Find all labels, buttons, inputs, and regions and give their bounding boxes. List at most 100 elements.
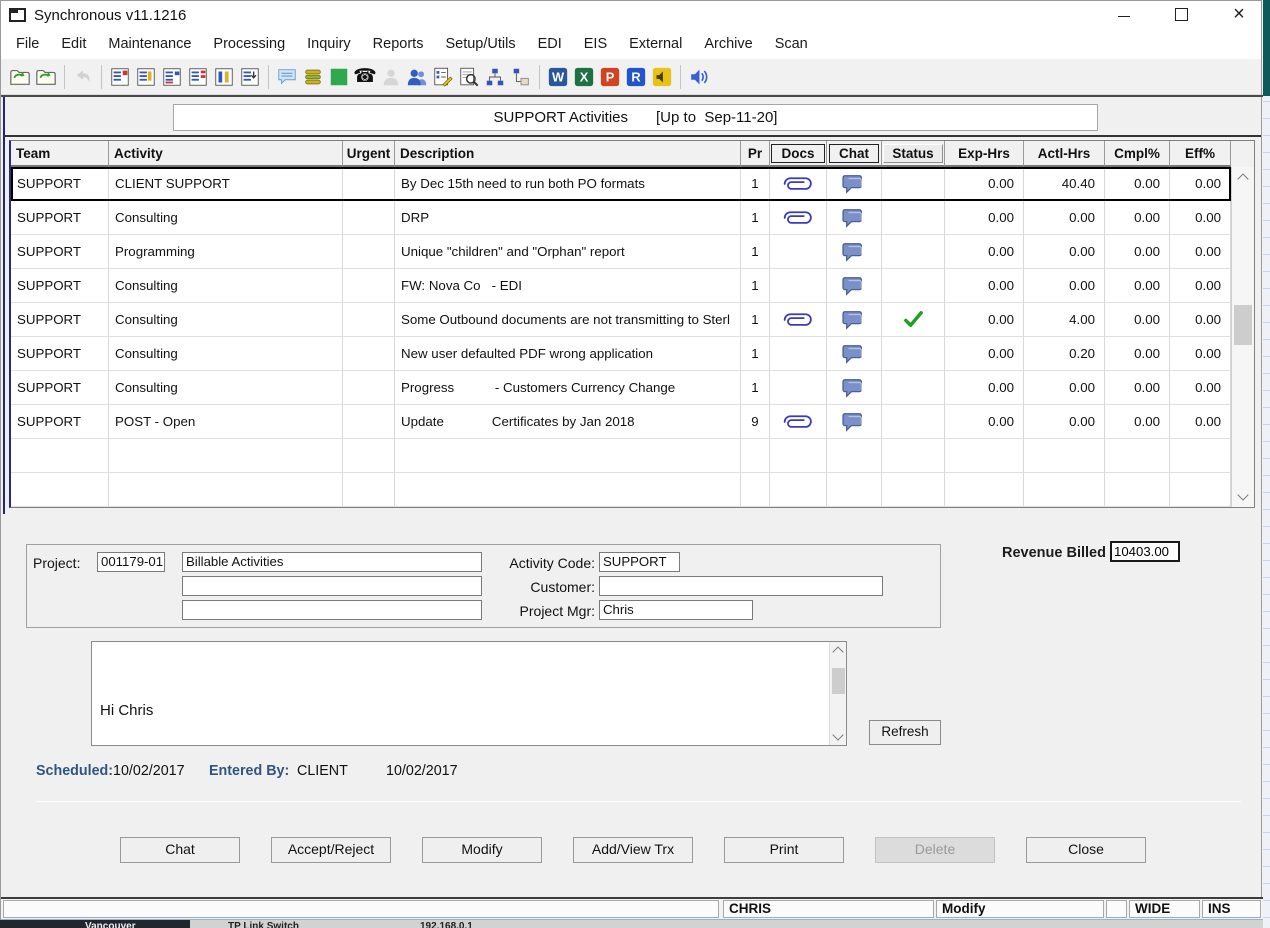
menu-item-eis[interactable]: EIS (573, 36, 618, 52)
task-edit-icon[interactable] (430, 64, 456, 90)
menu-item-reports[interactable]: Reports (362, 36, 435, 52)
user-icon[interactable] (378, 64, 404, 90)
column-header-activity[interactable]: Activity (109, 141, 343, 167)
column-header-docs[interactable]: Docs (770, 141, 827, 167)
table-row[interactable]: SUPPORTConsultingSome Outbound documents… (11, 303, 1231, 337)
status-check-icon[interactable] (902, 308, 925, 331)
project-mgr-field[interactable]: Chris (599, 600, 753, 620)
org-chart-icon[interactable] (482, 64, 508, 90)
print-button[interactable]: Print (724, 837, 844, 863)
message-box[interactable]: Hi Chris We have received notification f… (91, 641, 847, 746)
column-header-description[interactable]: Description (395, 141, 741, 167)
menu-item-processing[interactable]: Processing (202, 36, 296, 52)
column-header-status[interactable]: Status (882, 141, 945, 167)
excel-icon[interactable]: X (571, 64, 597, 90)
project-line2-field[interactable] (182, 576, 482, 596)
open-report-icon[interactable] (33, 64, 59, 90)
menu-item-external[interactable]: External (618, 36, 693, 52)
status-green-icon[interactable] (326, 64, 352, 90)
table-row[interactable]: SUPPORTConsultingFW: Nova Co - EDI10.000… (11, 269, 1231, 303)
status-user: CHRIS (723, 900, 934, 918)
docs-paperclip-icon[interactable] (780, 312, 816, 328)
chat-bubble-icon[interactable] (842, 275, 866, 297)
table-row[interactable]: SUPPORTConsultingProgress - Customers Cu… (11, 371, 1231, 405)
close-button[interactable]: × (1222, 4, 1256, 26)
chat-bubble-icon[interactable] (842, 377, 866, 399)
open-output-icon[interactable] (7, 64, 33, 90)
column-header-pr[interactable]: Pr (741, 141, 770, 167)
table-row[interactable] (11, 439, 1231, 473)
table-row[interactable]: SUPPORTConsultingDRP10.000.000.000.00 (11, 201, 1231, 235)
chat-bubble-icon[interactable] (842, 207, 866, 229)
docs-paperclip-icon[interactable] (780, 176, 816, 192)
comment-bubble-icon[interactable] (274, 64, 300, 90)
add-view-trx-button[interactable]: Add/View Trx (573, 837, 693, 863)
detail-list-icon[interactable] (237, 64, 263, 90)
table-row[interactable]: SUPPORTPOST - OpenUpdate Certificates by… (11, 405, 1231, 439)
message-scrollbar[interactable] (829, 642, 846, 745)
table-row[interactable]: SUPPORTCLIENT SUPPORTBy Dec 15th need to… (11, 167, 1231, 201)
scrollbar-thumb[interactable] (832, 668, 845, 694)
column-header-team[interactable]: Team (11, 141, 109, 167)
users-icon[interactable] (404, 64, 430, 90)
undo-icon[interactable] (70, 64, 96, 90)
column-header-exp-hrs[interactable]: Exp-Hrs (945, 141, 1024, 167)
menu-item-inquiry[interactable]: Inquiry (296, 36, 362, 52)
r-icon[interactable]: R (623, 64, 649, 90)
scroll-down-icon[interactable] (1237, 489, 1248, 500)
menu-item-archive[interactable]: Archive (693, 36, 763, 52)
menu-item-edit[interactable]: Edit (50, 36, 97, 52)
customer-field[interactable] (599, 576, 883, 596)
refresh-button[interactable]: Refresh (869, 720, 941, 745)
docs-paperclip-icon[interactable] (780, 414, 816, 430)
docs-paperclip-icon[interactable] (780, 210, 816, 226)
project-name-field[interactable]: Billable Activities (182, 552, 482, 572)
column-header-cmpl[interactable]: Cmpl% (1105, 141, 1170, 167)
column-header-chat[interactable]: Chat (827, 141, 882, 167)
table-row[interactable]: SUPPORTProgrammingUnique "children" and … (11, 235, 1231, 269)
phone-icon[interactable]: ☎ (352, 64, 378, 90)
project-line3-field[interactable] (182, 600, 482, 620)
column-header-actl-hrs[interactable]: Actl-Hrs (1024, 141, 1105, 167)
scroll-up-icon[interactable] (1237, 173, 1248, 184)
scroll-down-icon[interactable] (832, 729, 843, 740)
modify-button[interactable]: Modify (422, 837, 542, 863)
powerpoint-icon[interactable]: P (597, 64, 623, 90)
scroll-up-icon[interactable] (832, 646, 843, 657)
activity-code-field[interactable]: SUPPORT (599, 552, 680, 572)
word-icon[interactable]: W (545, 64, 571, 90)
form-view-icon[interactable] (107, 64, 133, 90)
revenue-billed-field[interactable]: 10403.00 (1110, 541, 1180, 562)
project-code-field[interactable]: 001179-01 (97, 552, 165, 572)
chat-bubble-icon[interactable] (842, 343, 866, 365)
menu-item-edi[interactable]: EDI (527, 36, 573, 52)
menu-item-file[interactable]: File (5, 36, 50, 52)
filter-list-icon[interactable] (185, 64, 211, 90)
accept-reject-button[interactable]: Accept/Reject (271, 837, 391, 863)
menu-item-scan[interactable]: Scan (764, 36, 819, 52)
chat-bubble-icon[interactable] (842, 411, 866, 433)
scrollbar-thumb[interactable] (1234, 305, 1252, 345)
table-row[interactable] (11, 473, 1231, 507)
search-list-icon[interactable] (456, 64, 482, 90)
menu-item-maintenance[interactable]: Maintenance (97, 36, 202, 52)
sorted-list-icon[interactable] (159, 64, 185, 90)
close-button[interactable]: Close (1026, 837, 1146, 863)
column-header-urgent[interactable]: Urgent (343, 141, 395, 167)
grid-scrollbar[interactable] (1231, 167, 1254, 507)
maximize-button[interactable] (1164, 4, 1198, 26)
speaker-icon[interactable] (686, 64, 712, 90)
table-row[interactable]: SUPPORTConsultingNew user defaulted PDF … (11, 337, 1231, 371)
column-header-eff[interactable]: Eff% (1170, 141, 1231, 167)
column-view-icon[interactable] (133, 64, 159, 90)
chat-button[interactable]: Chat (120, 837, 240, 863)
org-chart-alt-icon[interactable] (508, 64, 534, 90)
minimize-button[interactable] (1107, 4, 1141, 26)
chat-bubble-icon[interactable] (842, 309, 866, 331)
audio-box-icon[interactable] (649, 64, 675, 90)
chat-bubble-icon[interactable] (842, 173, 866, 195)
queue-bars-icon[interactable] (300, 64, 326, 90)
chat-bubble-icon[interactable] (842, 241, 866, 263)
columns-icon[interactable] (211, 64, 237, 90)
menu-item-setup-utils[interactable]: Setup/Utils (434, 36, 526, 52)
